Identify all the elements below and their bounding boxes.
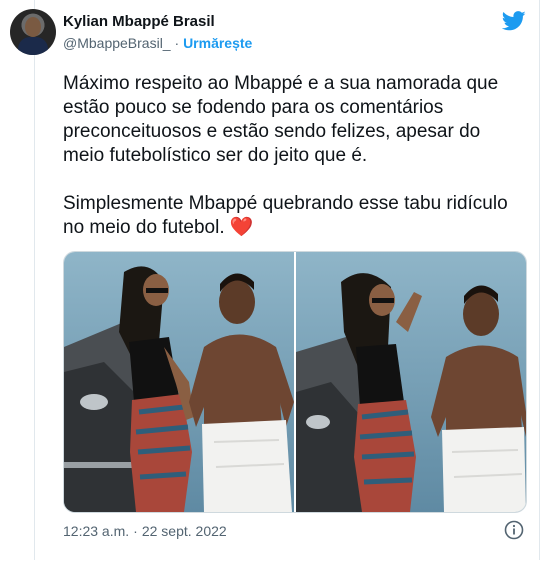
tweet-photo-2[interactable] [296, 252, 526, 512]
twitter-bird-icon[interactable] [502, 11, 526, 31]
avatar-shirt [18, 37, 48, 55]
tweet-time[interactable]: 12:23 a.m. [63, 523, 129, 539]
info-icon[interactable] [504, 520, 524, 540]
meta-separator: · [133, 523, 138, 539]
tweet-media-grid [63, 251, 527, 513]
photo-2-image [296, 252, 526, 512]
tweet-paragraph-2-text: Simplesmente Mbappé quebrando esse tabu … [63, 193, 508, 238]
tweet-text: Máximo respeito ao Mbappé e a sua namora… [63, 72, 525, 240]
avatar-head [25, 17, 41, 37]
photo-1-image [64, 252, 294, 512]
author-display-name[interactable]: Kylian Mbappé Brasil [63, 13, 215, 30]
handle-separator: · [174, 35, 180, 51]
tweet-meta: 12:23 a.m. · 22 sept. 2022 [63, 523, 227, 539]
heart-emoji: ❤️ [229, 217, 254, 238]
tweet-paragraph-1: Máximo respeito ao Mbappé e a sua namora… [63, 73, 499, 166]
follow-button[interactable]: Urmărește [183, 35, 252, 51]
author-handle[interactable]: @MbappeBrasil_ [63, 35, 171, 51]
tweet-paragraph-2: Simplesmente Mbappé quebrando esse tabu … [63, 192, 525, 240]
tweet-card: Kylian Mbappé Brasil @MbappeBrasil_ · Ur… [1, 0, 540, 560]
author-handle-row: @MbappeBrasil_ · Urmărește [63, 35, 252, 51]
thread-rule [34, 0, 35, 560]
tweet-photo-1[interactable] [64, 252, 294, 512]
tweet-date[interactable]: 22 sept. 2022 [142, 523, 227, 539]
avatar[interactable] [10, 9, 56, 55]
